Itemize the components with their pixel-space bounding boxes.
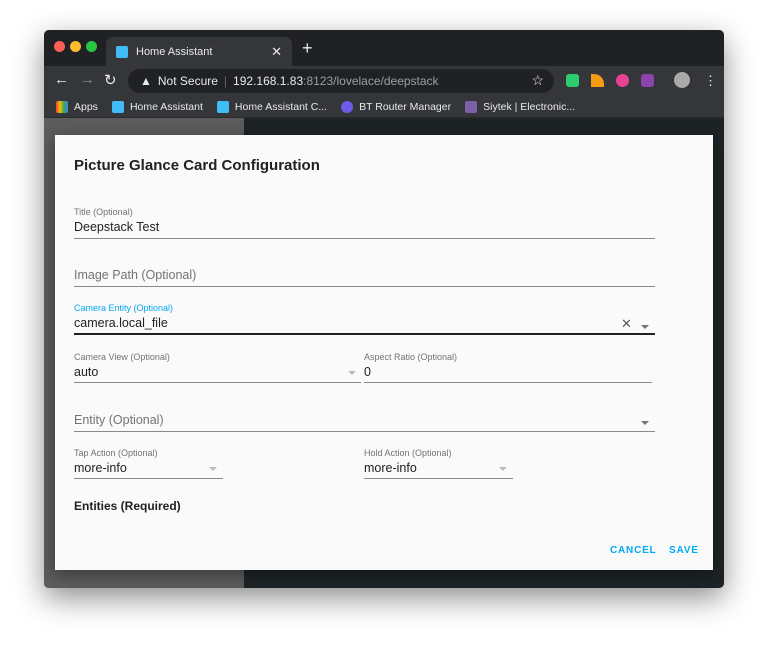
bookmark-label: Home Assistant bbox=[129, 100, 203, 113]
bt-icon bbox=[341, 100, 354, 113]
bookmark-bt-router[interactable]: BT Router Manager bbox=[341, 100, 452, 113]
clear-icon[interactable]: ✕ bbox=[621, 316, 632, 332]
dialog-title: Picture Glance Card Configuration bbox=[74, 157, 320, 174]
browser-toolbar: ← → ↻ ▲ Not Secure | 192.168.1.83 :8123/… bbox=[44, 66, 724, 96]
tab-title: Home Assistant bbox=[136, 45, 213, 58]
browser-tab[interactable]: Home Assistant ✕ bbox=[106, 37, 292, 66]
cancel-button[interactable]: CANCEL bbox=[610, 545, 656, 556]
save-button[interactable]: SAVE bbox=[669, 545, 699, 556]
title-label: Title (Optional) bbox=[74, 207, 133, 217]
card-config-dialog: Picture Glance Card Configuration Title … bbox=[55, 135, 713, 570]
bookmarks-bar: Apps Home Assistant Home Assistant C... … bbox=[44, 96, 724, 118]
aspect-ratio-label: Aspect Ratio (Optional) bbox=[364, 352, 458, 362]
entity-select[interactable]: Entity (Optional) bbox=[74, 413, 164, 427]
reload-icon[interactable]: ↻ bbox=[104, 71, 117, 89]
close-window-button[interactable] bbox=[54, 41, 65, 52]
chevron-down-icon[interactable] bbox=[499, 467, 507, 471]
camera-view-select[interactable]: auto bbox=[74, 365, 98, 379]
maximize-window-button[interactable] bbox=[86, 41, 97, 52]
hold-action-select[interactable]: more-info bbox=[364, 461, 417, 475]
chevron-down-icon[interactable] bbox=[209, 467, 217, 471]
chevron-down-icon[interactable] bbox=[641, 325, 649, 329]
bookmark-label: BT Router Manager bbox=[359, 100, 452, 113]
title-underline bbox=[74, 238, 655, 239]
bookmark-label: Siytek | Electronic... bbox=[483, 100, 576, 113]
tap-action-select[interactable]: more-info bbox=[74, 461, 127, 475]
browser-window: Home Assistant ✕ + ← → ↻ ▲ Not Secure | … bbox=[44, 30, 724, 588]
siytek-icon bbox=[465, 100, 478, 113]
camera-entity-underline bbox=[74, 333, 655, 335]
forward-icon[interactable]: → bbox=[80, 71, 95, 88]
home-assistant-icon bbox=[111, 100, 124, 113]
apps-grid-icon bbox=[56, 100, 68, 113]
bookmark-star-icon[interactable]: ☆ bbox=[531, 72, 544, 89]
image-path-input[interactable]: Image Path (Optional) bbox=[74, 268, 196, 282]
tap-action-underline bbox=[74, 478, 223, 479]
camera-view-underline bbox=[74, 382, 361, 383]
chevron-down-icon[interactable] bbox=[641, 421, 649, 425]
profile-avatar[interactable] bbox=[674, 72, 690, 88]
tab-bar: Home Assistant ✕ + bbox=[44, 30, 724, 66]
image-path-underline bbox=[74, 286, 655, 287]
entities-heading: Entities (Required) bbox=[74, 499, 181, 513]
url-path: :8123/lovelace/deepstack bbox=[303, 74, 439, 88]
camera-entity-input[interactable]: camera.local_file bbox=[74, 316, 168, 330]
bookmark-home-assistant[interactable]: Home Assistant bbox=[111, 100, 203, 113]
home-assistant-icon bbox=[216, 100, 229, 113]
minimize-window-button[interactable] bbox=[70, 41, 81, 52]
back-icon[interactable]: ← bbox=[54, 71, 69, 88]
chevron-down-icon[interactable] bbox=[348, 371, 356, 375]
bookmark-home-assistant-c[interactable]: Home Assistant C... bbox=[216, 100, 328, 113]
menu-icon[interactable]: ⋮ bbox=[704, 73, 717, 89]
address-bar[interactable]: ▲ Not Secure | 192.168.1.83 :8123/lovela… bbox=[128, 69, 554, 93]
bookmark-label: Home Assistant C... bbox=[234, 100, 328, 113]
camera-entity-label: Camera Entity (Optional) bbox=[74, 303, 174, 313]
title-input[interactable]: Deepstack Test bbox=[74, 220, 159, 234]
extension-icon[interactable] bbox=[641, 74, 654, 87]
extension-icon[interactable] bbox=[566, 74, 579, 87]
bookmark-apps[interactable]: Apps bbox=[56, 100, 98, 113]
page-content: Picture Glance Card Configuration Title … bbox=[44, 118, 724, 588]
tap-action-label: Tap Action (Optional) bbox=[74, 448, 158, 458]
bookmark-label: Apps bbox=[74, 100, 98, 113]
url-host: 192.168.1.83 bbox=[233, 74, 304, 88]
aspect-ratio-underline bbox=[364, 382, 652, 383]
aspect-ratio-input[interactable]: 0 bbox=[364, 365, 371, 379]
camera-view-label: Camera View (Optional) bbox=[74, 352, 170, 362]
hold-action-underline bbox=[364, 478, 513, 479]
entity-underline bbox=[74, 431, 655, 432]
warning-icon: ▲ bbox=[140, 74, 152, 88]
close-tab-icon[interactable]: ✕ bbox=[271, 44, 282, 60]
home-assistant-icon bbox=[116, 45, 128, 58]
bookmark-siytek[interactable]: Siytek | Electronic... bbox=[465, 100, 576, 113]
rss-icon[interactable] bbox=[591, 74, 604, 87]
hold-action-label: Hold Action (Optional) bbox=[364, 448, 452, 458]
extension-icon[interactable] bbox=[616, 74, 629, 87]
new-tab-button[interactable]: + bbox=[302, 38, 313, 59]
security-label: Not Secure bbox=[157, 74, 218, 88]
